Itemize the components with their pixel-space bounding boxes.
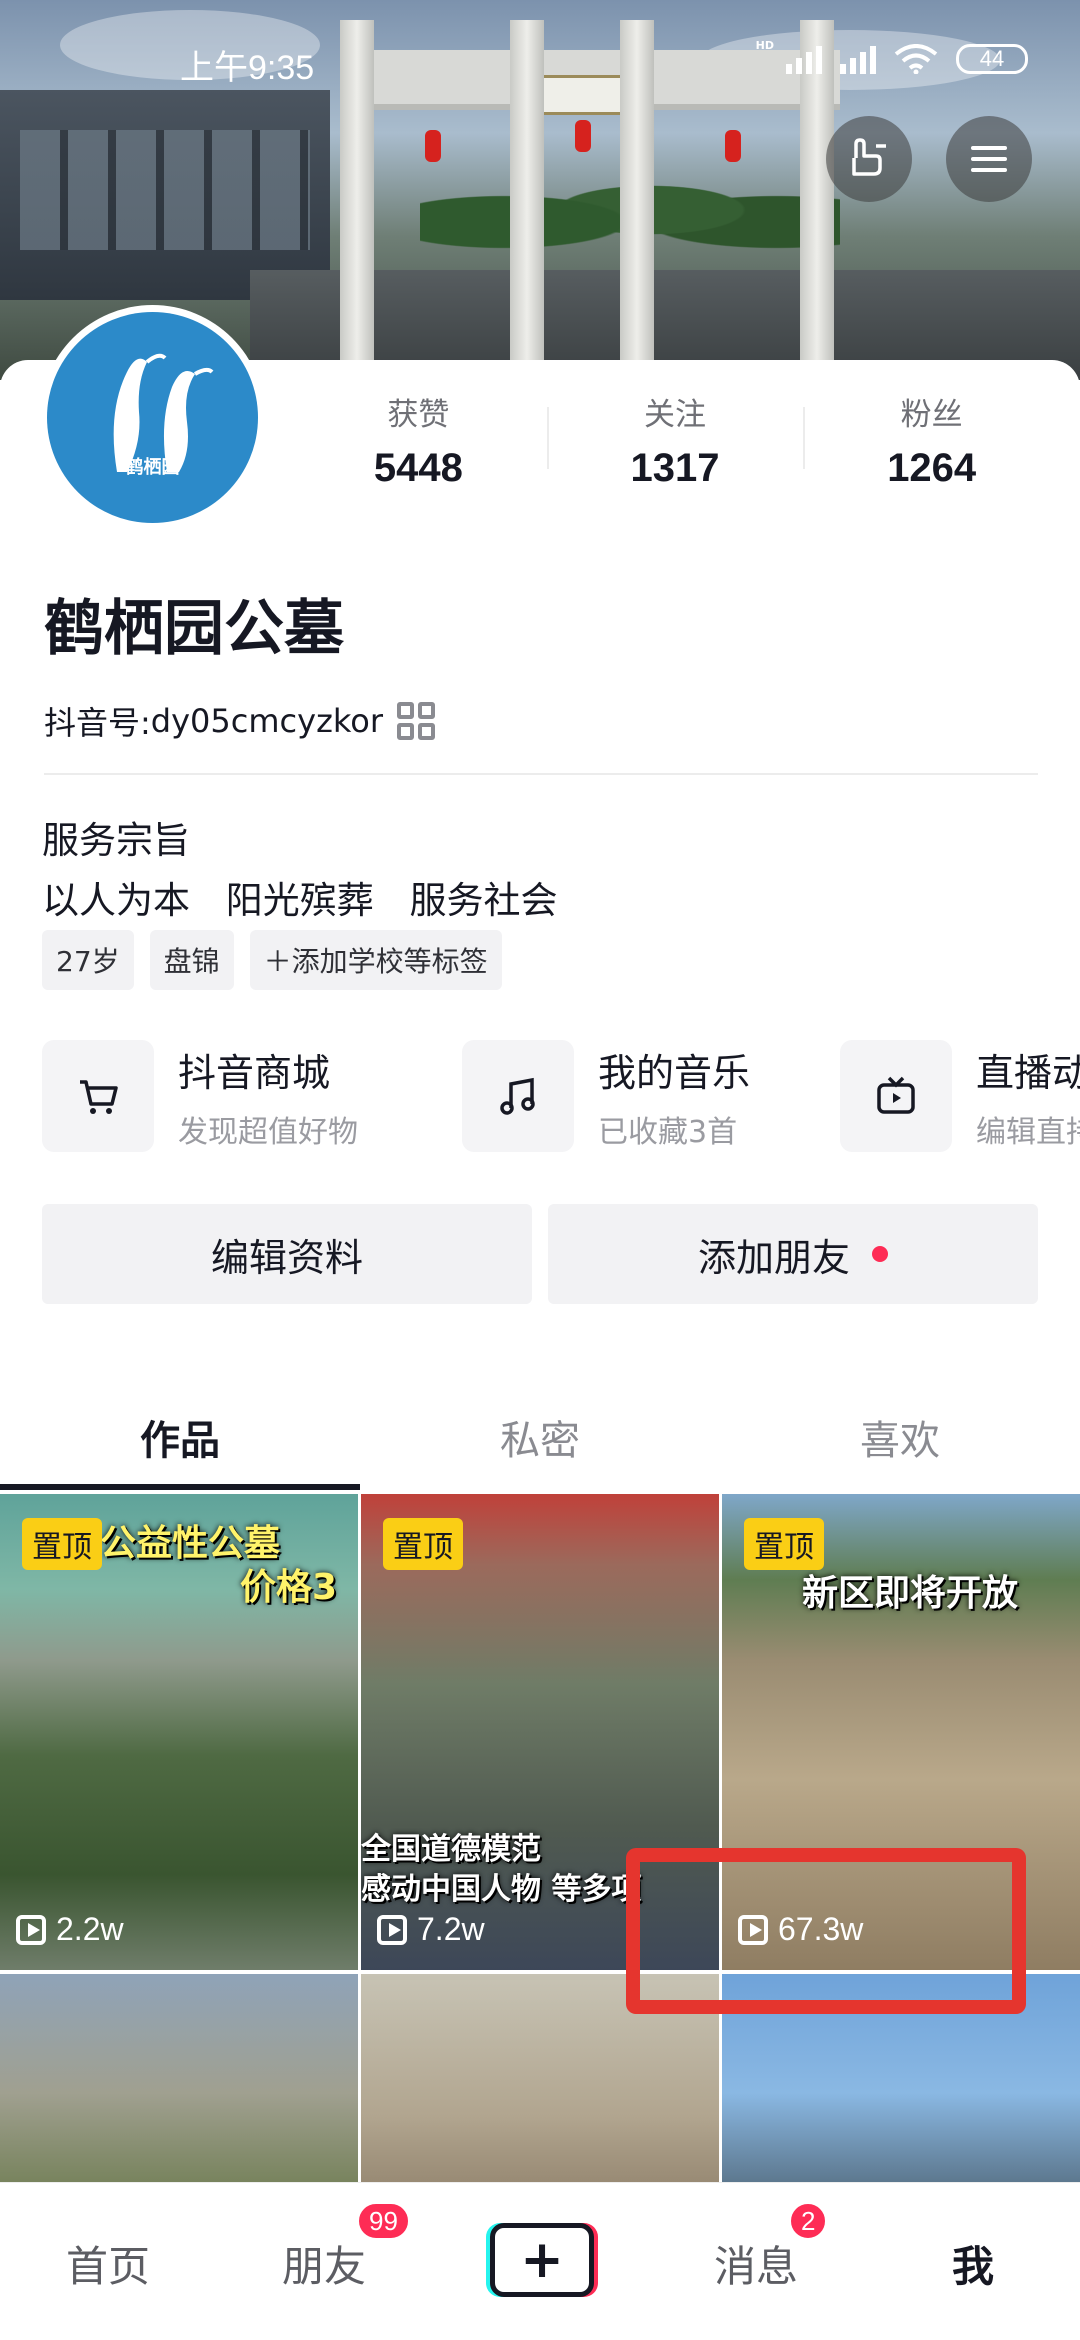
video-subtitle: 感动中国人物 等多项 <box>361 1872 642 1907</box>
pinned-badge: 置顶 <box>744 1518 824 1570</box>
building-image <box>0 90 330 300</box>
bio-line: 服务宗旨 <box>42 819 190 862</box>
avatar-text: 鹤栖园 <box>125 457 180 478</box>
stat-followers[interactable]: 粉丝 1264 <box>803 385 1060 495</box>
view-count: 2.2w <box>16 1911 124 1948</box>
nav-messages[interactable]: 消息 <box>714 2233 798 2294</box>
stat-label: 粉丝 <box>900 397 963 433</box>
tag-location[interactable]: 盘锦 <box>149 930 234 990</box>
stat-likes[interactable]: 获赞 5448 <box>290 385 547 495</box>
profile-stats: 获赞 5448 关注 1317 粉丝 1264 <box>290 385 1060 495</box>
battery-icon: 44 <box>956 44 1028 74</box>
stat-value: 1317 <box>630 446 720 490</box>
red-lantern <box>575 120 591 152</box>
stat-value: 1264 <box>887 446 977 490</box>
play-icon <box>377 1914 407 1945</box>
service-subtitle: 已收藏3首 <box>598 1114 738 1150</box>
status-time: 上午9:35 <box>180 49 315 87</box>
douyin-id-label: 抖音号: <box>44 704 151 742</box>
music-entry[interactable]: 我的音乐 已收藏3首 <box>462 1040 750 1152</box>
wifi-icon <box>894 44 938 74</box>
menu-icon <box>946 116 1032 202</box>
hand-pointer-icon <box>852 138 886 176</box>
add-friend-label: 添加朋友 <box>697 1235 850 1280</box>
notification-dot <box>872 1246 888 1262</box>
service-title: 抖音商城 <box>178 1050 331 1095</box>
service-title: 我的音乐 <box>598 1050 751 1095</box>
service-shortcuts: 抖音商城 发现超值好物 我的音乐 已收藏3首 直播动 编辑直持 <box>42 1040 1080 1152</box>
signal-icon <box>786 44 822 74</box>
cart-icon <box>42 1040 154 1152</box>
create-button[interactable]: + <box>486 2223 598 2297</box>
profile-tags: 27岁 盘锦 ＋添加学校等标签 <box>42 930 502 990</box>
content-tabs: 作品 私密 喜欢 <box>0 1390 1080 1490</box>
highlight-annotation <box>626 1848 1026 2014</box>
view-count: 7.2w <box>377 1911 485 1948</box>
add-friend-button[interactable]: 添加朋友 <box>548 1204 1038 1304</box>
edit-profile-button[interactable]: 编辑资料 <box>42 1204 532 1304</box>
red-lantern <box>425 130 441 162</box>
menu-button[interactable] <box>946 116 1032 202</box>
nav-friends[interactable]: 朋友 <box>282 2233 366 2294</box>
stat-following[interactable]: 关注 1317 <box>546 385 804 495</box>
video-title: 全国道德模范 <box>361 1832 541 1867</box>
qr-code-icon[interactable] <box>396 702 435 740</box>
pinned-badge: 置顶 <box>22 1518 102 1570</box>
avatar[interactable]: 鹤栖园 <box>40 305 265 530</box>
signal-icon <box>840 44 876 74</box>
crane-logo-icon <box>113 353 214 472</box>
gesture-button[interactable] <box>826 116 912 202</box>
pinned-badge: 置顶 <box>383 1518 463 1570</box>
live-entry[interactable]: 直播动 编辑直持 <box>840 1040 1080 1152</box>
douyin-id-value: dy05cmcyzkor <box>150 702 383 740</box>
douyin-id-row[interactable]: 抖音号: dy05cmcyzkor <box>44 698 435 744</box>
video-title: 新区即将开放 <box>802 1573 1019 1614</box>
messages-badge: 2 <box>788 2201 829 2241</box>
nav-me[interactable]: 我 <box>952 2233 994 2294</box>
tab-private[interactable]: 私密 <box>360 1390 720 1490</box>
nav-home[interactable]: 首页 <box>66 2233 150 2294</box>
tab-likes[interactable]: 喜欢 <box>720 1390 1080 1490</box>
tag-age[interactable]: 27岁 <box>42 930 134 990</box>
divider <box>44 773 1038 775</box>
video-subtitle: 价格3 <box>240 1567 338 1608</box>
shop-entry[interactable]: 抖音商城 发现超值好物 <box>42 1040 358 1152</box>
tv-play-icon <box>840 1040 952 1152</box>
bottom-nav: 首页 朋友 99 + 消息 2 我 <box>0 2182 1080 2340</box>
bio-line: 以人为本 阳光殡葬 服务社会 <box>42 879 558 922</box>
music-note-icon <box>462 1040 574 1152</box>
friends-badge: 99 <box>356 2201 411 2241</box>
plus-icon: + <box>490 2223 594 2297</box>
stat-label: 获赞 <box>387 397 450 433</box>
stat-label: 关注 <box>644 397 706 433</box>
profile-name: 鹤栖园公墓 <box>44 594 344 664</box>
service-subtitle: 发现超值好物 <box>178 1114 358 1150</box>
stat-value: 5448 <box>373 446 463 490</box>
hd-label: HD <box>755 38 774 52</box>
service-subtitle: 编辑直持 <box>976 1114 1080 1150</box>
play-icon <box>16 1914 46 1945</box>
edit-profile-label: 编辑资料 <box>210 1235 363 1280</box>
status-bar: 上午9:35 HD 44 <box>0 0 1080 120</box>
status-icons: HD 44 <box>756 39 1028 74</box>
red-lantern <box>725 130 741 162</box>
video-thumbnail[interactable]: 公益性公墓 价格3 置顶 2.2w <box>0 1494 358 1970</box>
tab-works[interactable]: 作品 <box>0 1390 360 1490</box>
add-tag-button[interactable]: ＋添加学校等标签 <box>249 930 502 990</box>
service-title: 直播动 <box>976 1050 1080 1095</box>
